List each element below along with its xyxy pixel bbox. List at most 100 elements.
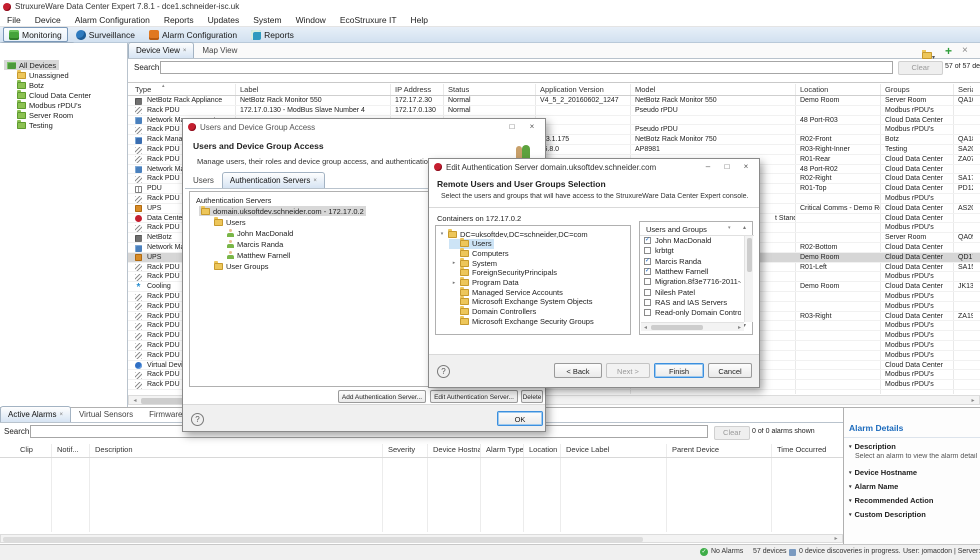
device-group-unassigned[interactable]: Unassigned xyxy=(14,69,72,80)
alarms-hscrollbar[interactable] xyxy=(0,534,843,543)
alarm-details-section-recommended-action[interactable]: ▾ Recommended Action xyxy=(849,496,933,505)
auth-tree-john-macdonald[interactable]: John MacDonald xyxy=(225,228,295,238)
user-item-migration-8f3e7716-2011-43e4[interactable]: Migration.8f3e7716-2011-43e4- xyxy=(655,277,741,286)
dialog1-maximize-icon[interactable] xyxy=(505,121,519,133)
auth-tree-matthew-farnell[interactable]: Matthew Farnell xyxy=(225,250,292,260)
column-header-status[interactable]: Status xyxy=(448,84,535,95)
status-device-count[interactable]: 57 devices xyxy=(753,548,786,555)
alarm-column-alarm-type[interactable]: Alarm Type xyxy=(486,444,523,455)
menu-ecostruxure-it[interactable]: EcoStruxure IT xyxy=(333,13,404,27)
dialog1-tab-authentication-servers[interactable]: Authentication Servers × xyxy=(221,172,325,188)
auth-tree-marcis-randa[interactable]: Marcis Randa xyxy=(225,239,285,249)
menu-device[interactable]: Device xyxy=(28,13,68,27)
checkbox-read-only-domain-controllers[interactable] xyxy=(644,309,651,317)
user-item-read-only-domain-controllers[interactable]: Read-only Domain Controllers xyxy=(655,308,741,317)
dialog1-close-icon[interactable] xyxy=(525,121,539,133)
checkbox-marcis-randa[interactable]: ✓ xyxy=(644,257,651,265)
column-header-groups[interactable]: Groups xyxy=(885,84,953,95)
menu-alarm-configuration[interactable]: Alarm Configuration xyxy=(68,13,157,27)
tab-map-view[interactable]: Map View xyxy=(194,42,245,58)
perspective-monitoring[interactable]: Monitoring xyxy=(3,27,68,42)
container-tree-program-data[interactable]: ▸ Program Data xyxy=(449,277,521,288)
alarm-clear-button[interactable]: Clear xyxy=(714,426,750,440)
column-header-type[interactable]: Type xyxy=(135,84,235,95)
device-row[interactable]: Rack PDU 172.17.0.130 - ModBus Slave Numb… xyxy=(128,106,980,116)
alarm-details-section-custom-description[interactable]: ▾ Custom Description xyxy=(849,510,926,519)
user-item-marcis-randa[interactable]: Marcis Randa xyxy=(655,257,741,266)
menu-system[interactable]: System xyxy=(246,13,288,27)
checkbox-migration-8f3e7716-2011-43e4[interactable] xyxy=(644,278,651,286)
dialog2-help-icon[interactable] xyxy=(437,365,450,378)
dialog1-titlebar[interactable]: Users and Device Group Access xyxy=(183,119,545,135)
container-tree-foreignsecurityprincipals[interactable]: ForeignSecurityPrincipals xyxy=(449,267,559,278)
container-tree-computers[interactable]: Computers xyxy=(449,247,511,258)
checkbox-matthew-farnell[interactable]: ✓ xyxy=(644,267,651,275)
close-panel-icon[interactable] xyxy=(962,45,968,56)
dialog2-maximize-icon[interactable] xyxy=(720,161,734,173)
menu-window[interactable]: Window xyxy=(289,13,333,27)
dialog2-close-icon[interactable] xyxy=(739,161,753,173)
column-header-model[interactable]: Model xyxy=(635,84,795,95)
section-collapse-icon[interactable]: ▾ xyxy=(849,498,852,504)
delete-button[interactable]: Delete xyxy=(521,390,543,403)
column-header-application-version[interactable]: Application Version xyxy=(540,84,630,95)
list-scroll-up-icon[interactable] xyxy=(743,224,746,231)
section-collapse-icon[interactable]: ▾ xyxy=(849,470,852,476)
container-tree-system[interactable]: ▸ System xyxy=(449,257,499,268)
next-button[interactable]: Next > xyxy=(606,363,650,378)
alarm-column-device-label[interactable]: Device Label xyxy=(566,444,666,455)
back-button[interactable]: < Back xyxy=(554,363,602,378)
menu-file[interactable]: File xyxy=(0,13,28,27)
auth-tree-user-groups[interactable]: User Groups xyxy=(212,260,271,271)
checkbox-ras-and-ias-servers[interactable] xyxy=(644,298,651,306)
section-collapse-icon[interactable]: ▾ xyxy=(849,444,852,450)
device-group-testing[interactable]: Testing xyxy=(14,119,56,130)
tab-close-icon[interactable]: × xyxy=(183,48,187,54)
column-header-label[interactable]: Label xyxy=(240,84,390,95)
dialog1-help-icon[interactable] xyxy=(191,413,204,426)
tab-active-alarms[interactable]: Active Alarms × xyxy=(0,406,71,422)
tab-virtual-sensors[interactable]: Virtual Sensors xyxy=(71,406,141,422)
container-tree-users[interactable]: Users xyxy=(449,238,494,249)
alarm-column-time-occurred[interactable]: Time Occurred xyxy=(777,444,835,455)
dialog2-minimize-icon[interactable] xyxy=(701,161,715,173)
user-item-ras-and-ias-servers[interactable]: RAS and IAS Servers xyxy=(655,298,741,307)
column-header-serial-number[interactable]: Serial Number xyxy=(958,84,973,95)
user-item-matthew-farnell[interactable]: Matthew Farnell xyxy=(655,267,741,276)
add-authentication-server-button[interactable]: Add Authentication Server... xyxy=(338,390,426,403)
device-search-input[interactable] xyxy=(160,61,893,74)
alarm-column-parent-device[interactable]: Parent Device xyxy=(672,444,771,455)
dialog1-tab-users[interactable]: Users xyxy=(185,172,222,188)
alarm-column-location[interactable]: Location xyxy=(529,444,560,455)
checkbox-nilesh-patel[interactable] xyxy=(644,288,651,296)
auth-tree-users[interactable]: Users xyxy=(212,216,248,227)
perspective-reports[interactable]: Reports xyxy=(245,27,300,42)
alarm-details-section-alarm-name[interactable]: ▾ Alarm Name xyxy=(849,482,898,491)
tab-close-icon[interactable]: × xyxy=(59,412,63,418)
alarm-details-section-description[interactable]: ▾ Description xyxy=(849,442,896,451)
container-tree-microsoft-exchange-system-objects[interactable]: Microsoft Exchange System Objects xyxy=(449,296,594,307)
list-hscrollbar[interactable] xyxy=(641,322,744,331)
expand-icon[interactable]: ▾ xyxy=(439,231,445,237)
perspective-surveillance[interactable]: Surveillance xyxy=(70,27,141,42)
alarm-column-clip[interactable]: Clip xyxy=(20,444,51,455)
device-group-modbus-rpdu-s[interactable]: Modbus rPDU's xyxy=(14,99,84,110)
device-row[interactable]: NetBotz Rack Appliance NetBotz Rack Monit… xyxy=(128,96,980,106)
edit-authentication-server-button[interactable]: Edit Authentication Server... xyxy=(430,390,518,403)
section-collapse-icon[interactable]: ▾ xyxy=(849,512,852,518)
device-group-botz[interactable]: Botz xyxy=(14,79,47,90)
add-icon[interactable] xyxy=(945,44,952,58)
column-header-ip-address[interactable]: IP Address xyxy=(395,84,443,95)
device-clear-button[interactable]: Clear xyxy=(898,61,943,75)
status-discoveries[interactable]: 0 device discoveries in progress. xyxy=(799,548,901,555)
sort-indicator-icon[interactable] xyxy=(162,83,165,89)
container-tree-microsoft-exchange-security-groups[interactable]: Microsoft Exchange Security Groups xyxy=(449,315,596,326)
expand-icon[interactable]: ▸ xyxy=(451,260,457,266)
perspective-alarm-configuration[interactable]: Alarm Configuration xyxy=(143,27,243,42)
checkbox-krbtgt[interactable] xyxy=(644,247,651,255)
tab-close-icon[interactable]: × xyxy=(313,178,317,184)
user-item-krbtgt[interactable]: krbtgt xyxy=(655,246,741,255)
alarm-column-description[interactable]: Description xyxy=(95,444,382,455)
expand-icon[interactable]: ▸ xyxy=(451,280,457,286)
tab-device-view[interactable]: Device View × xyxy=(128,42,195,58)
